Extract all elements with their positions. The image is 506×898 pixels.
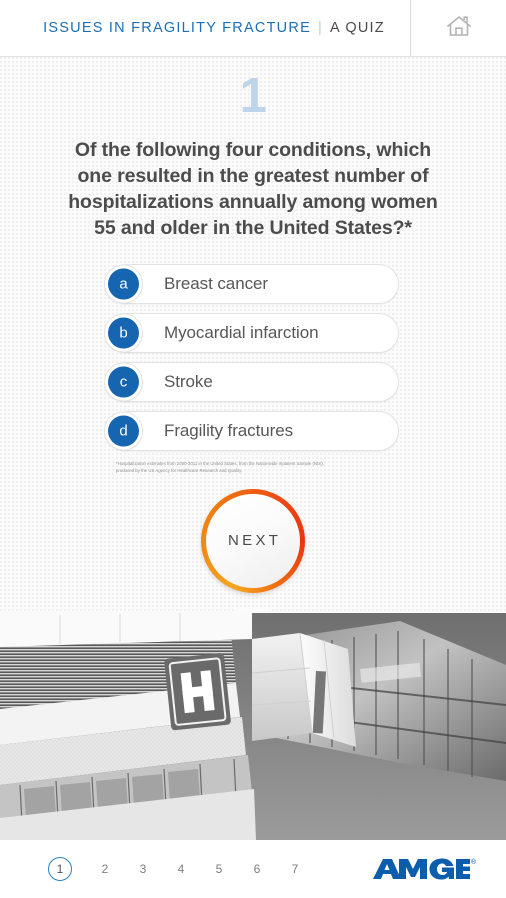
option-letter-a: a [108, 268, 139, 299]
app-footer: 1 2 3 4 5 6 7 ® [0, 840, 506, 898]
home-icon [446, 14, 472, 43]
option-letter-c: c [108, 366, 139, 397]
option-badge-c: c [104, 362, 143, 401]
option-label-a: Breast cancer [164, 273, 268, 293]
registered-trademark: ® [470, 859, 476, 866]
footnote-line-1: *Hospitalization estimates from 2000-201… [116, 460, 324, 466]
next-button-label: NEXT [228, 532, 282, 550]
header-title: ISSUES IN FRAGILITY FRACTURE | A QUIZ [0, 20, 410, 36]
page-2[interactable]: 2 [86, 857, 124, 881]
question-footnote: *Hospitalization estimates from 2000-201… [116, 460, 390, 475]
page-3[interactable]: 3 [124, 857, 162, 881]
option-badge-d: d [104, 411, 143, 450]
next-button-face: NEXT [206, 493, 300, 588]
answer-option-c[interactable]: c Stroke [104, 361, 399, 402]
option-label-b: Myocardial infarction [164, 322, 319, 342]
pagination: 1 2 3 4 5 6 7 [48, 857, 314, 881]
page-7[interactable]: 7 [276, 857, 314, 881]
quiz-body: 1 Of the following four conditions, whic… [0, 57, 506, 613]
option-label-d: Fragility fractures [164, 420, 294, 440]
page-1[interactable]: 1 [48, 857, 72, 881]
answer-option-d[interactable]: d Fragility fractures [104, 410, 399, 451]
option-badge-a: a [104, 264, 143, 303]
footnote-line-2: produced by the US Agency for Healthcare… [116, 468, 243, 474]
header-title-main: ISSUES IN FRAGILITY FRACTURE [43, 20, 311, 36]
question-number: 1 [239, 69, 267, 123]
page-6[interactable]: 6 [238, 857, 276, 881]
home-button[interactable] [410, 0, 506, 56]
answer-option-a[interactable]: a Breast cancer [104, 263, 399, 304]
option-letter-b: b [108, 317, 139, 348]
option-letter-d: d [108, 415, 139, 446]
quiz-page: ISSUES IN FRAGILITY FRACTURE | A QUIZ 1 … [0, 0, 506, 898]
page-4[interactable]: 4 [162, 857, 200, 881]
page-5[interactable]: 5 [200, 857, 238, 881]
question-text: Of the following four conditions, which … [68, 139, 438, 240]
header-title-separator: | [317, 20, 323, 36]
option-label-c: Stroke [164, 371, 213, 391]
header-title-sub: A QUIZ [329, 20, 385, 36]
hospital-photo [0, 613, 506, 840]
amgen-logo: ® [372, 857, 476, 881]
app-header: ISSUES IN FRAGILITY FRACTURE | A QUIZ [0, 0, 506, 57]
hospital-photo-illustration [0, 613, 506, 840]
option-badge-b: b [104, 313, 143, 352]
answer-options: a Breast cancer b Myocardial infarction … [104, 263, 399, 451]
amgen-wordmark-icon [372, 858, 470, 880]
answer-option-b[interactable]: b Myocardial infarction [104, 312, 399, 353]
next-button[interactable]: NEXT [201, 488, 305, 593]
